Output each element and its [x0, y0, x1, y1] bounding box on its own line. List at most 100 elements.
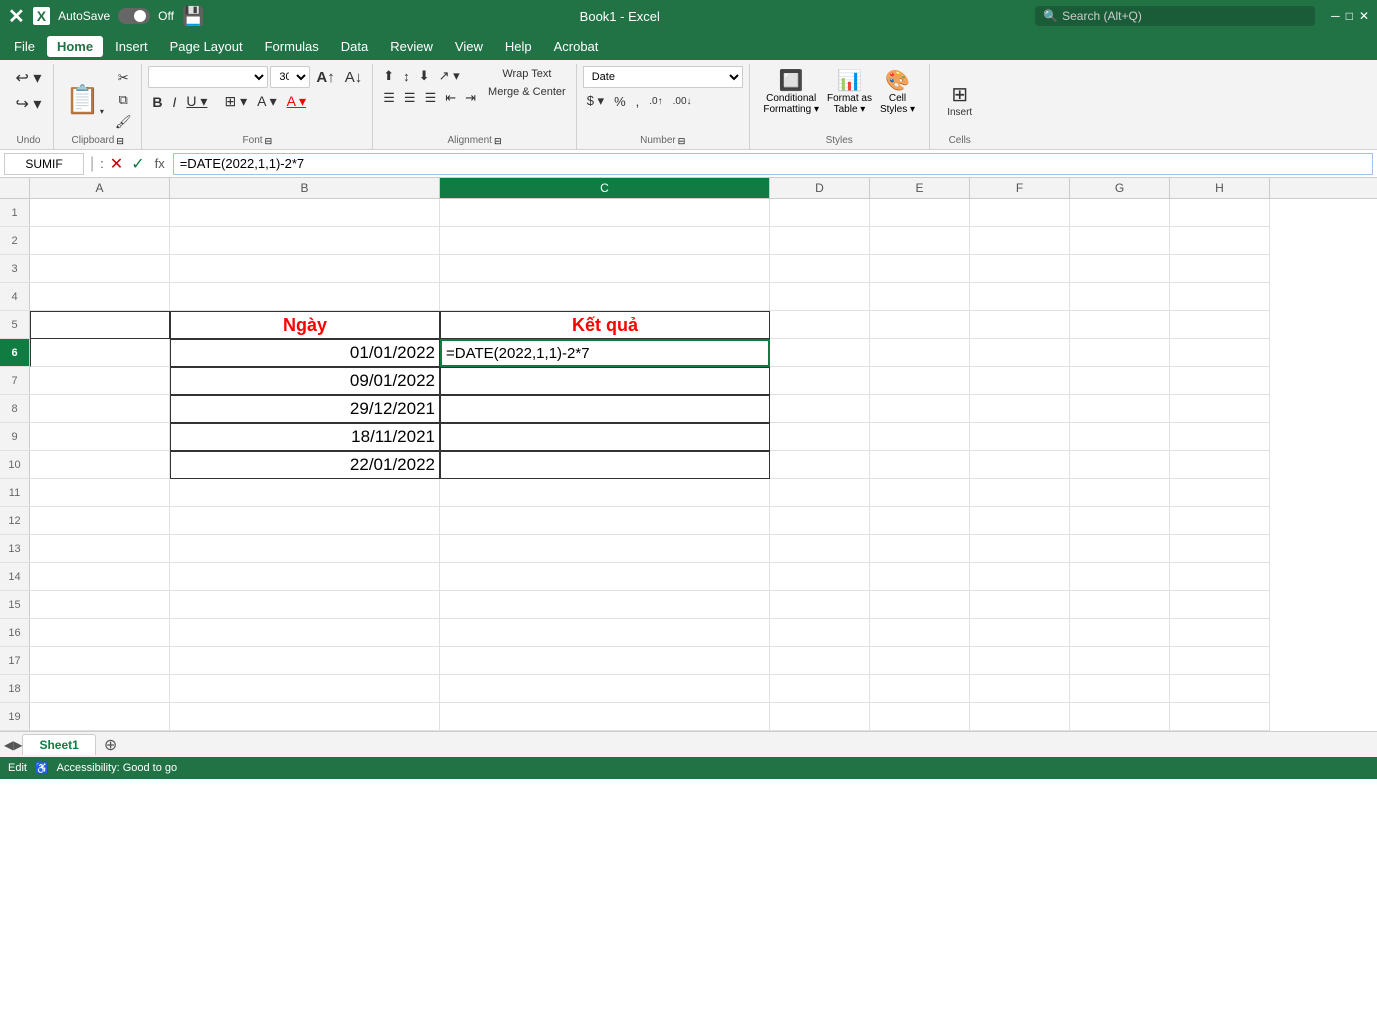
cell-g12[interactable]	[1070, 507, 1170, 535]
indent-decrease-button[interactable]: ⇤	[441, 88, 460, 108]
cell-g15[interactable]	[1070, 591, 1170, 619]
cell-g16[interactable]	[1070, 619, 1170, 647]
cell-d11[interactable]	[770, 479, 870, 507]
menu-acrobat[interactable]: Acrobat	[544, 36, 609, 57]
cell-a11[interactable]	[30, 479, 170, 507]
wrap-text-button[interactable]: Wrap Text	[484, 66, 570, 82]
name-box[interactable]	[4, 153, 84, 175]
menu-help[interactable]: Help	[495, 36, 542, 57]
cell-f7[interactable]	[970, 367, 1070, 395]
cell-e12[interactable]	[870, 507, 970, 535]
cell-g10[interactable]	[1070, 451, 1170, 479]
right-align-button[interactable]: ☰	[421, 88, 441, 108]
menu-view[interactable]: View	[445, 36, 493, 57]
cell-f5[interactable]	[970, 311, 1070, 339]
middle-align-button[interactable]: ↕	[399, 66, 414, 86]
cell-e7[interactable]	[870, 367, 970, 395]
cell-h19[interactable]	[1170, 703, 1270, 731]
font-grow-button[interactable]: A↑	[312, 67, 338, 88]
cell-h17[interactable]	[1170, 647, 1270, 675]
cell-f16[interactable]	[970, 619, 1070, 647]
cell-c9[interactable]	[440, 423, 770, 451]
cell-a18[interactable]	[30, 675, 170, 703]
cell-d7[interactable]	[770, 367, 870, 395]
fill-color-button[interactable]: A ▾	[253, 91, 280, 112]
cell-g14[interactable]	[1070, 563, 1170, 591]
cell-a8[interactable]	[30, 395, 170, 423]
confirm-formula-button[interactable]: ✓	[131, 154, 144, 174]
cell-a2[interactable]	[30, 227, 170, 255]
copy-button[interactable]: ⧉	[111, 90, 136, 110]
cell-f13[interactable]	[970, 535, 1070, 563]
cell-d12[interactable]	[770, 507, 870, 535]
cell-d2[interactable]	[770, 227, 870, 255]
cell-f4[interactable]	[970, 283, 1070, 311]
cell-f12[interactable]	[970, 507, 1070, 535]
cell-g17[interactable]	[1070, 647, 1170, 675]
cell-f3[interactable]	[970, 255, 1070, 283]
number-dialog-icon[interactable]: ⊟	[678, 136, 686, 147]
search-bar[interactable]: 🔍 Search (Alt+Q)	[1035, 6, 1315, 26]
col-header-h[interactable]: H	[1170, 178, 1270, 198]
cell-e2[interactable]	[870, 227, 970, 255]
cell-f2[interactable]	[970, 227, 1070, 255]
close-button[interactable]: ✕	[1359, 9, 1369, 23]
cell-f14[interactable]	[970, 563, 1070, 591]
cell-d14[interactable]	[770, 563, 870, 591]
border-button[interactable]: ⊞ ▾	[220, 91, 251, 112]
cell-g3[interactable]	[1070, 255, 1170, 283]
cell-d13[interactable]	[770, 535, 870, 563]
cell-styles-button[interactable]: 🎨 Cell Styles ▾	[878, 66, 917, 117]
col-header-d[interactable]: D	[770, 178, 870, 198]
cell-g11[interactable]	[1070, 479, 1170, 507]
next-sheet-button[interactable]: ▶	[13, 738, 22, 752]
cell-g7[interactable]	[1070, 367, 1170, 395]
cell-e8[interactable]	[870, 395, 970, 423]
cell-c10[interactable]	[440, 451, 770, 479]
cell-e6[interactable]	[870, 339, 970, 367]
cell-a3[interactable]	[30, 255, 170, 283]
number-format-select[interactable]: Date	[583, 66, 743, 88]
clipboard-dialog-icon[interactable]: ⊟	[116, 136, 124, 147]
cell-h3[interactable]	[1170, 255, 1270, 283]
cell-a13[interactable]	[30, 535, 170, 563]
cell-b2[interactable]	[170, 227, 440, 255]
cell-d19[interactable]	[770, 703, 870, 731]
cell-e4[interactable]	[870, 283, 970, 311]
cell-e17[interactable]	[870, 647, 970, 675]
menu-page-layout[interactable]: Page Layout	[160, 36, 253, 57]
menu-insert[interactable]: Insert	[105, 36, 158, 57]
cell-h10[interactable]	[1170, 451, 1270, 479]
cell-h8[interactable]	[1170, 395, 1270, 423]
merge-center-button[interactable]: Merge & Center	[484, 84, 570, 100]
cell-d5[interactable]	[770, 311, 870, 339]
cell-f1[interactable]	[970, 199, 1070, 227]
col-header-e[interactable]: E	[870, 178, 970, 198]
cell-f10[interactable]	[970, 451, 1070, 479]
cell-b14[interactable]	[170, 563, 440, 591]
cell-h16[interactable]	[1170, 619, 1270, 647]
paste-dropdown[interactable]: ▾	[100, 107, 104, 116]
comma-button[interactable]: ,	[632, 92, 644, 111]
sheet-tab-sheet1[interactable]: Sheet1	[22, 734, 95, 755]
cell-g13[interactable]	[1070, 535, 1170, 563]
cell-b8[interactable]: 29/12/2021	[170, 395, 440, 423]
formula-colon-icon[interactable]: :	[100, 156, 104, 171]
cell-d9[interactable]	[770, 423, 870, 451]
cell-e3[interactable]	[870, 255, 970, 283]
cell-h12[interactable]	[1170, 507, 1270, 535]
cell-e1[interactable]	[870, 199, 970, 227]
cell-a1[interactable]	[30, 199, 170, 227]
cell-c18[interactable]	[440, 675, 770, 703]
cell-a12[interactable]	[30, 507, 170, 535]
cell-b17[interactable]	[170, 647, 440, 675]
cell-e16[interactable]	[870, 619, 970, 647]
cell-d1[interactable]	[770, 199, 870, 227]
cell-g9[interactable]	[1070, 423, 1170, 451]
save-button[interactable]: 💾	[182, 6, 204, 27]
add-sheet-button[interactable]: ⊕	[98, 735, 123, 755]
cell-g5[interactable]	[1070, 311, 1170, 339]
redo-button[interactable]: ↪ ▾	[12, 92, 46, 116]
cell-e14[interactable]	[870, 563, 970, 591]
cell-d17[interactable]	[770, 647, 870, 675]
